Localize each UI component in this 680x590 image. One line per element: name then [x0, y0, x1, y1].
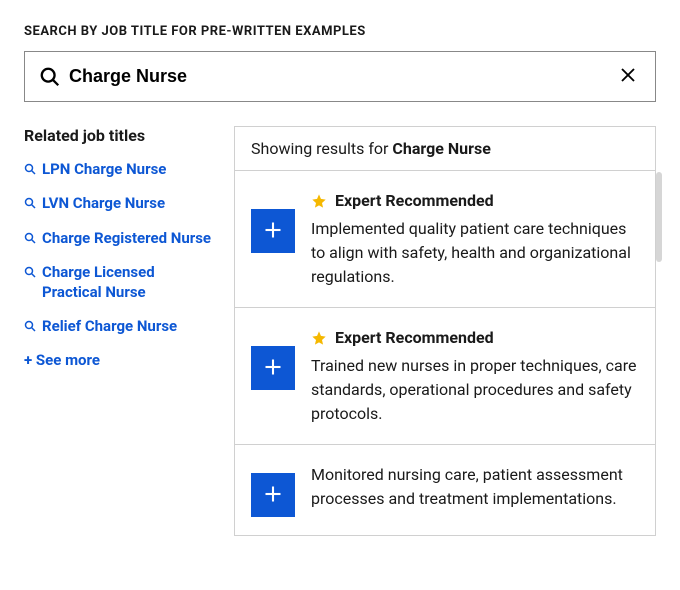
- results-header: Showing results for Charge Nurse: [235, 127, 655, 171]
- recommended-badge: Expert Recommended: [311, 189, 639, 213]
- results-list: Expert Recommended Implemented quality p…: [235, 171, 655, 535]
- search-label: SEARCH BY JOB TITLE FOR PRE-WRITTEN EXAM…: [24, 24, 656, 39]
- related-title-label: LVN Charge Nurse: [42, 193, 165, 213]
- related-title-label: Charge Licensed Practical Nurse: [42, 262, 214, 303]
- plus-icon: [263, 220, 283, 243]
- related-title-item[interactable]: Charge Registered Nurse: [24, 228, 214, 248]
- search-icon: [24, 266, 36, 278]
- related-title-item[interactable]: LPN Charge Nurse: [24, 159, 214, 179]
- add-button[interactable]: [251, 473, 295, 517]
- result-text: Monitored nursing care, patient assessme…: [311, 463, 639, 511]
- clear-button[interactable]: [615, 62, 641, 91]
- search-icon: [24, 163, 36, 175]
- related-title-label: Charge Registered Nurse: [42, 228, 211, 248]
- related-title-label: Relief Charge Nurse: [42, 316, 177, 336]
- results-panel: Showing results for Charge Nurse Expert …: [234, 126, 656, 536]
- related-title-item[interactable]: LVN Charge Nurse: [24, 193, 214, 213]
- search-icon: [24, 320, 36, 332]
- related-title-label: LPN Charge Nurse: [42, 159, 166, 179]
- add-button[interactable]: [251, 346, 295, 390]
- related-title-item[interactable]: Charge Licensed Practical Nurse: [24, 262, 214, 303]
- results-showing-text: Showing results for: [251, 139, 392, 158]
- add-button[interactable]: [251, 209, 295, 253]
- search-icon: [39, 66, 61, 88]
- related-titles-heading: Related job titles: [24, 126, 214, 145]
- result-body: Expert Recommended Implemented quality p…: [311, 189, 639, 289]
- result-item: Expert Recommended Trained new nurses in…: [235, 308, 655, 445]
- star-icon: [311, 330, 327, 346]
- related-title-item[interactable]: Relief Charge Nurse: [24, 316, 214, 336]
- result-body: Expert Recommended Trained new nurses in…: [311, 326, 639, 426]
- result-body: Monitored nursing care, patient assessme…: [311, 463, 639, 511]
- plus-icon: [263, 357, 283, 380]
- close-icon: [619, 66, 637, 87]
- search-box[interactable]: [24, 51, 656, 102]
- result-item: Expert Recommended Implemented quality p…: [235, 171, 655, 308]
- results-query: Charge Nurse: [392, 139, 490, 158]
- search-input[interactable]: [61, 66, 615, 87]
- see-more-link[interactable]: + See more: [24, 351, 214, 369]
- scrollbar[interactable]: [656, 172, 662, 262]
- recommended-badge: Expert Recommended: [311, 326, 639, 350]
- sidebar: Related job titles LPN Charge Nurse LVN …: [24, 126, 214, 536]
- plus-icon: [263, 484, 283, 507]
- recommended-label: Expert Recommended: [335, 326, 494, 350]
- star-icon: [311, 193, 327, 209]
- recommended-label: Expert Recommended: [335, 189, 494, 213]
- result-item: Monitored nursing care, patient assessme…: [235, 445, 655, 535]
- result-text: Implemented quality patient care techniq…: [311, 217, 639, 289]
- search-icon: [24, 197, 36, 209]
- result-text: Trained new nurses in proper techniques,…: [311, 354, 639, 426]
- search-icon: [24, 232, 36, 244]
